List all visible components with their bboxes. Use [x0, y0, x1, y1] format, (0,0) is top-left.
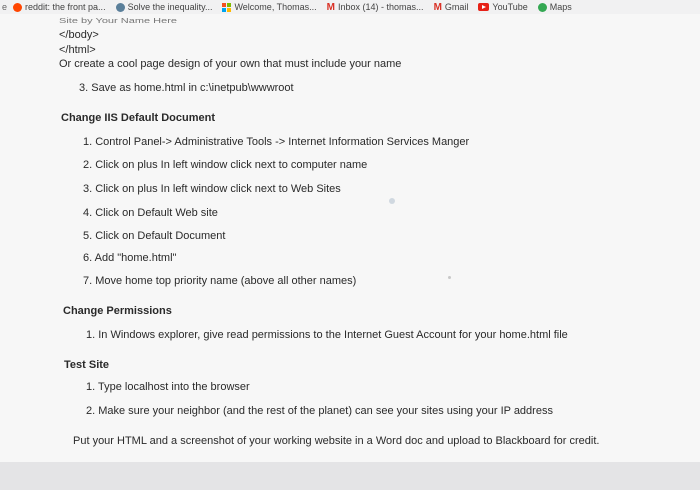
bookmark-label: Solve the inequality... [127, 2, 213, 12]
step-3: 3. Save as home.html in c:\inetpub\wwwro… [79, 82, 294, 94]
bookmark-label: reddit: the front pa... [25, 2, 106, 12]
bookmark-microsoft[interactable]: Welcome, Thomas... [222, 2, 317, 12]
section-heading-permissions: Change Permissions [63, 305, 172, 317]
list-item: 2. Click on plus In left window click ne… [83, 159, 368, 171]
reddit-icon [13, 2, 23, 12]
maps-icon [537, 2, 547, 12]
bookmark-label: YouTube [492, 2, 528, 12]
socratic-icon [115, 2, 125, 12]
bookmark-inbox[interactable]: M Inbox (14) - thomas... [327, 2, 424, 13]
youtube-icon [478, 3, 490, 11]
gmail-icon: M [326, 1, 336, 13]
bookmarks-bar: e reddit: the front pa... Solve the ineq… [0, 0, 700, 14]
microsoft-icon [222, 2, 232, 12]
list-item: 7. Move home top priority name (above al… [83, 275, 357, 287]
list-item: 1. Control Panel-> Administrative Tools … [83, 136, 470, 148]
bookmark-gmail[interactable]: M Gmail [434, 2, 469, 13]
list-item: 4. Click on Default Web site [83, 207, 218, 219]
document-page: Site by Your Name Here </body> </html> O… [0, 14, 700, 462]
page-bottom-edge [0, 462, 700, 490]
bookmark-label: Inbox (14) - thomas... [338, 2, 424, 12]
bookmark-label: Gmail [444, 2, 469, 12]
bookmark-maps[interactable]: Maps [537, 2, 572, 12]
faint-mark [389, 198, 395, 204]
intro-text: Or create a cool page design of your own… [59, 58, 402, 70]
cut-off-line: Site by Your Name Here [59, 16, 178, 26]
list-item: 1. In Windows explorer, give read permis… [86, 329, 568, 341]
list-item: 5. Click on Default Document [83, 230, 226, 242]
list-item: 6. Add "home.html" [83, 252, 177, 264]
list-item: 1. Type localhost into the browser [86, 381, 250, 393]
bookmark-youtube[interactable]: YouTube [478, 2, 528, 12]
gmail-icon: M [433, 1, 442, 13]
bookmark-label: Maps [549, 2, 572, 12]
bookmark-socratic[interactable]: Solve the inequality... [115, 2, 213, 12]
section-heading-iis: Change IIS Default Document [61, 112, 216, 124]
bookmark-reddit[interactable]: reddit: the front pa... [13, 2, 106, 12]
code-line: </body> [59, 29, 99, 41]
bookmarks-lead: e [2, 2, 8, 12]
code-line: </html> [59, 44, 96, 56]
list-item: 2. Make sure your neighbor (and the rest… [86, 405, 553, 417]
bookmark-label: Welcome, Thomas... [234, 2, 317, 12]
faint-mark [448, 276, 451, 279]
list-item: 3. Click on plus In left window click ne… [83, 183, 341, 195]
footer-instructions: Put your HTML and a screenshot of your w… [73, 435, 600, 447]
section-heading-test-site: Test Site [64, 359, 110, 371]
